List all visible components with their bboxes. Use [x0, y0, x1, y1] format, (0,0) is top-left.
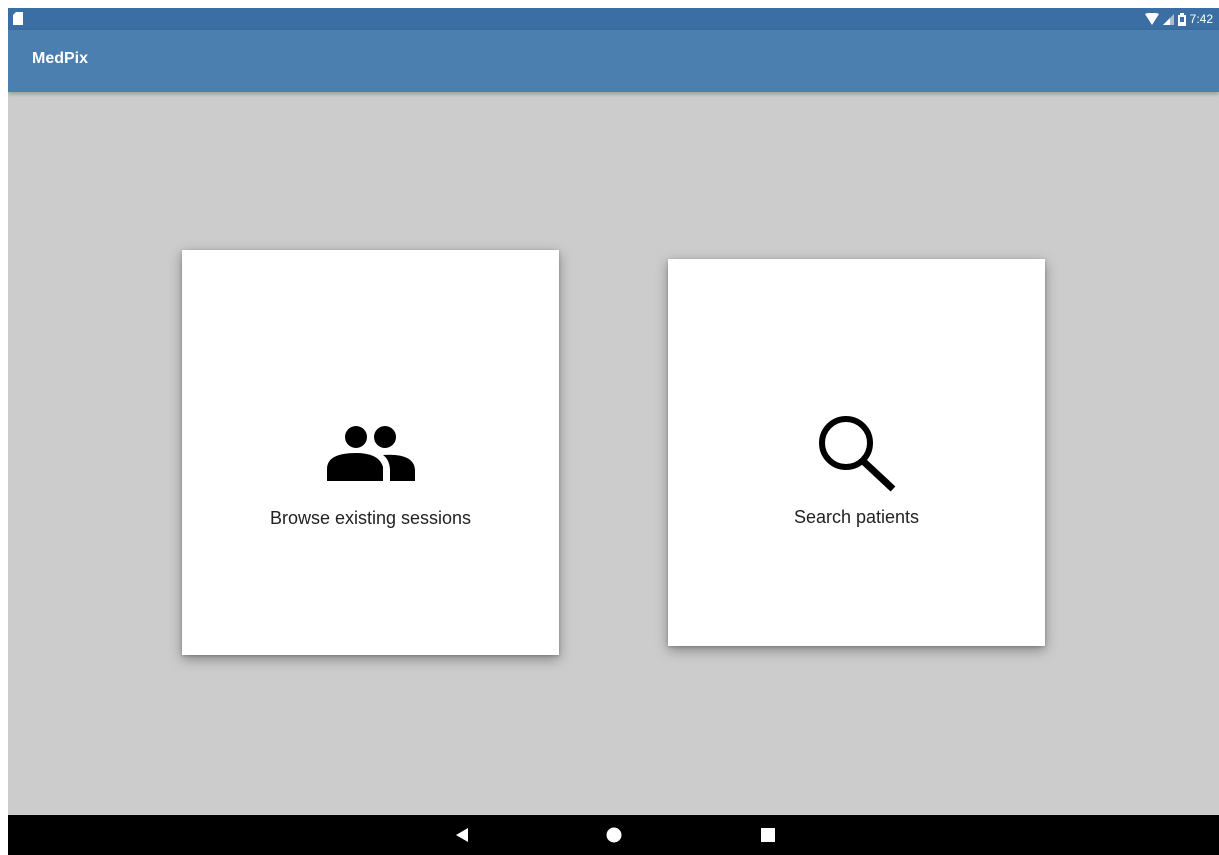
recents-square-icon: [761, 828, 775, 842]
app-bar: MedPix: [8, 30, 1219, 92]
navigation-bar: [8, 815, 1219, 855]
search-patients-card[interactable]: Search patients: [668, 259, 1045, 646]
back-triangle-icon: [456, 828, 468, 842]
cell-signal-icon: [1162, 13, 1174, 25]
wifi-icon: [1144, 13, 1159, 25]
home-button[interactable]: [606, 827, 622, 843]
browse-sessions-label: Browse existing sessions: [269, 508, 472, 528]
people-icon: [326, 425, 415, 486]
screen: 7:42 MedPix Browse existing sessions Sea…: [8, 8, 1219, 855]
status-time: 7:42: [1189, 12, 1213, 26]
battery-icon: [1177, 12, 1186, 26]
search-icon: [816, 413, 898, 498]
sd-card-icon: [13, 12, 23, 25]
recents-button[interactable]: [760, 827, 776, 843]
back-button[interactable]: [454, 827, 470, 843]
home-circle-icon: [606, 827, 622, 843]
search-patients-label: Search patients: [793, 507, 920, 527]
browse-sessions-card[interactable]: Browse existing sessions: [182, 250, 559, 655]
app-title: MedPix: [32, 50, 89, 67]
status-icons: 7:42: [1144, 11, 1213, 27]
status-bar: 7:42: [8, 8, 1219, 30]
